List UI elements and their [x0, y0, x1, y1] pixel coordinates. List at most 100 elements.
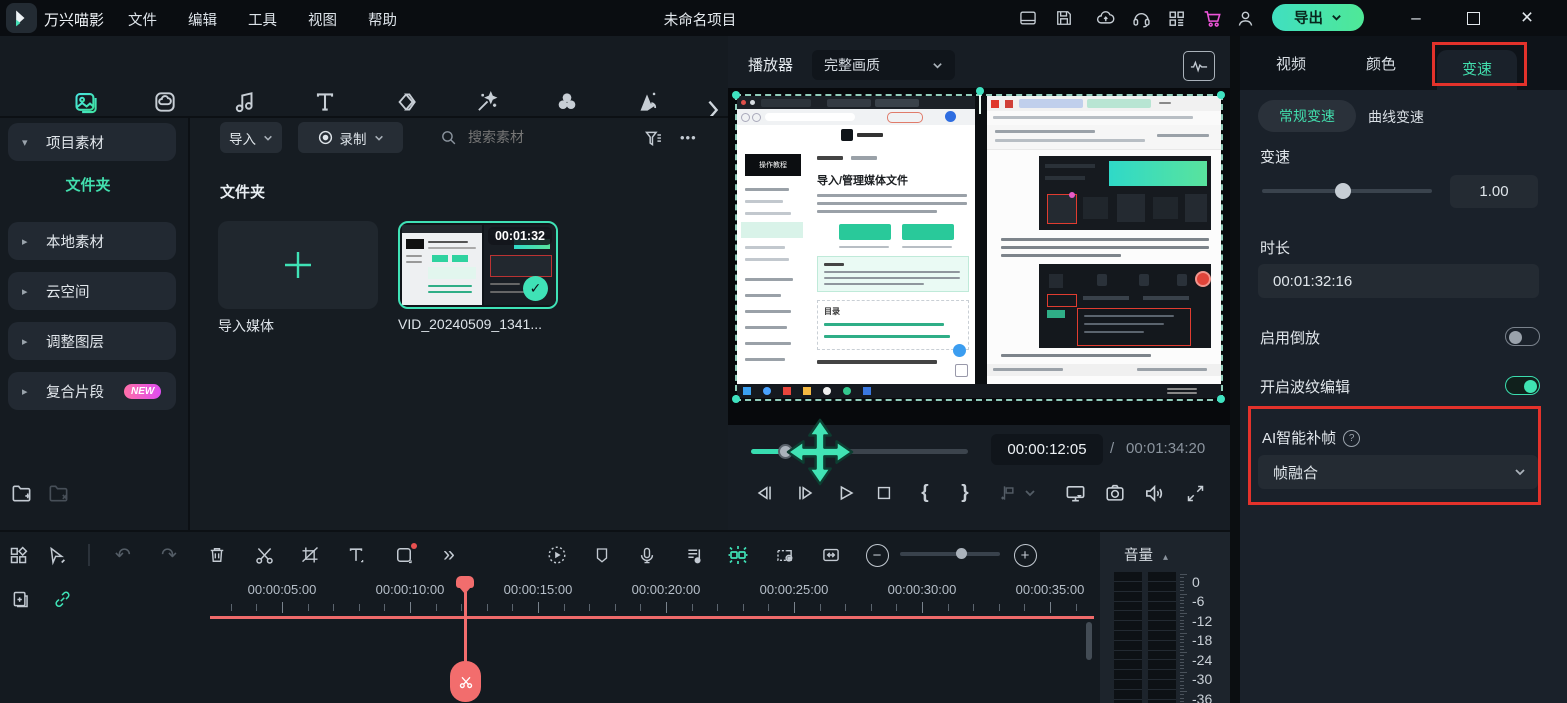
- keyframe-record-icon[interactable]: [771, 541, 799, 569]
- reverse-toggle[interactable]: [1505, 327, 1540, 346]
- speed-slider-handle[interactable]: [1335, 183, 1351, 199]
- interpolation-dropdown[interactable]: 帧融合: [1258, 455, 1538, 489]
- uniform-speed-tab[interactable]: 常规变速: [1258, 100, 1356, 132]
- mark-out-button[interactable]: }: [950, 478, 980, 508]
- menu-file[interactable]: 文件: [128, 9, 157, 30]
- cloud-sync-icon[interactable]: [1094, 7, 1116, 29]
- clip-thumbnail[interactable]: 00:01:32 ✓: [398, 221, 558, 309]
- collapse-meter-icon: ▴: [1163, 552, 1168, 563]
- transform-handle[interactable]: [732, 91, 740, 99]
- smart-cut-icon[interactable]: [724, 541, 752, 569]
- store-cart-icon[interactable]: [1201, 7, 1223, 29]
- voiceover-mic-icon[interactable]: [633, 541, 661, 569]
- playhead-split-button[interactable]: [450, 661, 481, 702]
- speed-value-input[interactable]: 1.00: [1450, 175, 1538, 208]
- select-tool-icon[interactable]: [42, 541, 70, 569]
- export-button[interactable]: 导出: [1272, 4, 1364, 31]
- volume-meter-title[interactable]: 音量 ▴: [1124, 544, 1168, 565]
- meter-scale-label: -18: [1192, 632, 1212, 648]
- timeline-scrollbar[interactable]: [1086, 622, 1092, 660]
- mirror-display-button[interactable]: [1060, 478, 1090, 508]
- save-icon[interactable]: [1053, 7, 1075, 29]
- jump-to-marker-icon[interactable]: [992, 478, 1022, 508]
- volume-speaker-button[interactable]: [1139, 478, 1169, 508]
- add-track-icon[interactable]: [10, 589, 31, 610]
- panel-layout-icon[interactable]: [1017, 7, 1039, 29]
- speed-slider[interactable]: [1262, 189, 1432, 193]
- timeline-ruler[interactable]: :00:00 00:00:05:00 00:00:10:00 00:00:15:…: [205, 580, 1095, 616]
- previous-frame-button[interactable]: [750, 478, 780, 508]
- search-input[interactable]: [466, 128, 610, 146]
- sidebar-item-compound-clip[interactable]: ▸ 复合片段 NEW: [8, 372, 176, 410]
- tab-color[interactable]: 颜色: [1366, 53, 1396, 74]
- stop-button[interactable]: [869, 478, 899, 508]
- duration-input[interactable]: 00:01:32:16: [1258, 264, 1539, 298]
- ripple-edit-toggle[interactable]: [1505, 376, 1540, 395]
- menu-tools[interactable]: 工具: [248, 9, 277, 30]
- tab-video[interactable]: 视频: [1276, 53, 1306, 74]
- import-button[interactable]: 导入: [220, 122, 282, 153]
- zoom-in-icon[interactable]: +: [1011, 541, 1039, 569]
- transform-handle[interactable]: [1217, 91, 1225, 99]
- apps-grid-icon[interactable]: [1165, 7, 1187, 29]
- sidebar-item-local-media[interactable]: ▸ 本地素材: [8, 222, 176, 260]
- sidebar-item-folder[interactable]: 文件夹: [0, 174, 176, 195]
- plus-icon: [279, 246, 317, 284]
- snapshot-camera-button[interactable]: [1100, 478, 1130, 508]
- marker-icon[interactable]: [588, 541, 616, 569]
- zoom-slider-handle[interactable]: [956, 548, 967, 559]
- window-close-button[interactable]: ×: [1514, 6, 1540, 30]
- sidebar-item-cloud-space[interactable]: ▸ 云空间: [8, 272, 176, 310]
- account-user-icon[interactable]: [1234, 7, 1256, 29]
- sidebar-item-adjustment-layer[interactable]: ▸ 调整图层: [8, 322, 176, 360]
- transform-handle[interactable]: [732, 395, 740, 403]
- player-seek-bar[interactable]: [751, 449, 968, 454]
- delete-icon[interactable]: [203, 541, 231, 569]
- preview-stage: 操作教程 导入/管理媒体文件: [728, 88, 1230, 425]
- duration-label: 时长: [1260, 237, 1290, 258]
- timeline-zoom-slider[interactable]: [900, 552, 1000, 556]
- more-tools-icon[interactable]: »: [435, 541, 463, 569]
- filter-icon[interactable]: [643, 128, 664, 149]
- menu-help[interactable]: 帮助: [368, 9, 397, 30]
- playback-quality-dropdown[interactable]: 完整画质: [812, 50, 955, 80]
- record-button[interactable]: 录制: [298, 122, 403, 153]
- crop-icon[interactable]: [296, 541, 324, 569]
- window-maximize-button[interactable]: [1460, 6, 1486, 30]
- window-minimize-button[interactable]: –: [1403, 6, 1429, 30]
- zoom-out-icon[interactable]: −: [863, 541, 891, 569]
- support-headset-icon[interactable]: [1130, 7, 1152, 29]
- link-clips-icon[interactable]: [52, 589, 73, 610]
- meter-scale-label: -6: [1192, 593, 1204, 609]
- audio-meter-toggle-button[interactable]: [1183, 51, 1215, 81]
- mask-tool-icon[interactable]: [390, 541, 418, 569]
- marker-chevron-icon[interactable]: [1020, 478, 1040, 508]
- media-browser-toggle-icon[interactable]: [4, 541, 32, 569]
- audio-mixer-icon[interactable]: [680, 541, 708, 569]
- render-preview-icon[interactable]: [543, 541, 571, 569]
- auto-fit-timeline-icon[interactable]: [817, 541, 845, 569]
- text-tool-icon[interactable]: [342, 541, 370, 569]
- transform-handle[interactable]: [1217, 395, 1225, 403]
- fullscreen-button[interactable]: [1180, 478, 1210, 508]
- divider: [1230, 36, 1240, 703]
- menu-edit[interactable]: 编辑: [188, 9, 217, 30]
- rotate-handle[interactable]: [976, 87, 984, 95]
- more-options-icon[interactable]: •••: [680, 130, 697, 145]
- undo-icon[interactable]: ↶: [109, 541, 137, 569]
- mark-in-button[interactable]: {: [910, 478, 940, 508]
- export-label: 导出: [1294, 7, 1323, 28]
- delete-folder-icon[interactable]: [47, 482, 70, 505]
- tab-speed[interactable]: 变速: [1437, 50, 1517, 90]
- folder-section-title: 文件夹: [220, 181, 265, 202]
- redo-icon[interactable]: ↷: [155, 541, 183, 569]
- menu-view[interactable]: 视图: [308, 9, 337, 30]
- import-media-card[interactable]: [218, 221, 378, 309]
- speed-ramping-tab[interactable]: 曲线变速: [1368, 107, 1424, 127]
- help-icon[interactable]: ?: [1343, 430, 1360, 447]
- app-logo-icon: [6, 3, 37, 33]
- sidebar-item-project-media[interactable]: ▾ 项目素材: [8, 123, 176, 161]
- playhead-handle[interactable]: [456, 576, 474, 588]
- new-folder-icon[interactable]: [10, 482, 33, 505]
- split-scissors-icon[interactable]: [250, 541, 278, 569]
